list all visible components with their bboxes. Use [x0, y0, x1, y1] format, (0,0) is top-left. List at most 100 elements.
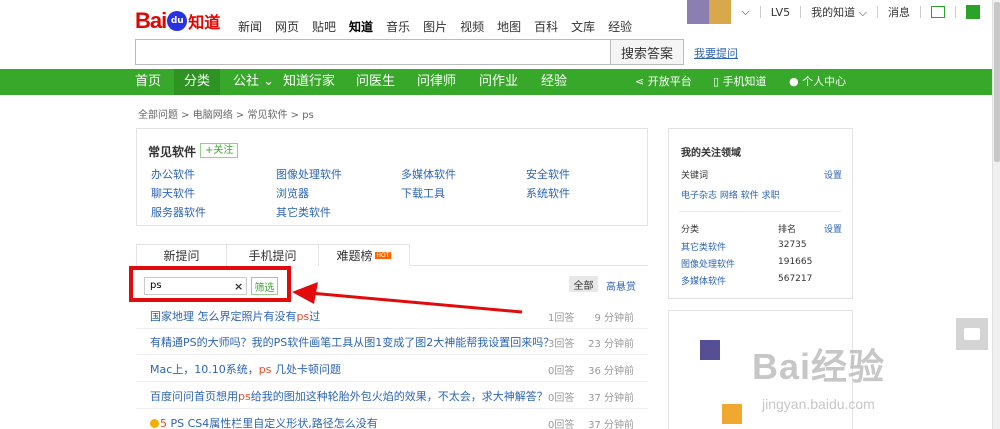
baidu-zhidao-logo[interactable]: Bai du 知道	[135, 6, 227, 36]
high-reward-link[interactable]: 高悬赏	[606, 278, 636, 293]
divider	[410, 265, 648, 266]
scrollbar-thumb[interactable]	[994, 2, 1000, 162]
nav-community[interactable]: 公社 ⌄	[233, 69, 274, 95]
category-link[interactable]: 多媒体软件	[401, 166, 456, 182]
nav-jingyan[interactable]: 经验	[541, 69, 567, 95]
topnav-map[interactable]: 地图	[497, 18, 521, 35]
answer-count: 0回答	[548, 393, 575, 404]
followed-category[interactable]: 图像处理软件	[681, 257, 735, 270]
my-zhidao-menu[interactable]: 我的知道 ⌵	[811, 4, 867, 20]
tab-new-questions[interactable]: 新提问	[136, 244, 227, 266]
main-nav: 首页 分类 公社 ⌄ 知道行家 问医生 问律师 问作业 经验 ⋖ 开放平台 ▯ …	[0, 69, 992, 95]
question-row[interactable]: Mac上，10.10系统，ps 几处卡顿问题 0回答 36 分钟前	[136, 356, 648, 382]
topnav-images[interactable]: 图片	[423, 18, 447, 35]
topnav-video[interactable]: 视频	[460, 18, 484, 35]
tab-mobile-questions[interactable]: 手机提问	[227, 244, 319, 266]
category-link[interactable]: 其它类软件	[276, 204, 331, 220]
nav-homework[interactable]: 问作业	[479, 69, 518, 95]
user-area: ⌵ LV5 我的知道 ⌵ 消息	[687, 0, 980, 24]
divider	[920, 6, 921, 18]
answer-count: 0回答	[548, 366, 575, 377]
nav-home[interactable]: 首页	[135, 69, 161, 95]
question-title[interactable]: 有精通PS的大师吗？我的PS软件画笔工具从图1变成了图2大神能帮我设置回来吗？	[150, 334, 554, 350]
clear-icon[interactable]: ×	[234, 280, 243, 293]
question-time: 37 分钟前	[588, 393, 634, 404]
question-title[interactable]: 国家地理 怎么界定照片有没有ps过	[150, 308, 320, 324]
topnav-music[interactable]: 音乐	[386, 18, 410, 35]
person-icon: ●	[789, 75, 799, 88]
category-link[interactable]: 聊天软件	[151, 185, 195, 201]
chat-bubble-icon	[964, 328, 980, 340]
followed-category[interactable]: 多媒体软件	[681, 274, 726, 287]
question-time: 23 分钟前	[588, 339, 634, 350]
category-settings-link[interactable]: 设置	[824, 222, 842, 235]
category-title: 常见软件	[148, 145, 197, 159]
follow-button[interactable]: +关注	[200, 143, 239, 158]
keywords-settings-link[interactable]: 设置	[824, 168, 842, 181]
question-row[interactable]: 百度问问首页想用ps给我的图加这种轮胎外包火焰的效果，不太会，求大神解答？ 0回…	[136, 383, 648, 409]
topnav-web[interactable]: 网页	[275, 18, 299, 35]
watermark: Bai经验 jingyan.baidu.com	[752, 346, 886, 412]
topnav-tieba[interactable]: 贴吧	[312, 18, 336, 35]
ask-question-link[interactable]: 我要提问	[694, 45, 738, 61]
scrollbar[interactable]	[992, 0, 1000, 429]
hot-badge: HOT	[374, 252, 392, 259]
mail-icon[interactable]	[931, 6, 945, 18]
topnav-news[interactable]: 新闻	[238, 18, 262, 35]
nav-mobile[interactable]: ▯ 手机知道	[713, 69, 767, 95]
category-card: 常见软件 +关注 办公软件 图像处理软件 多媒体软件 安全软件 聊天软件 浏览器…	[136, 128, 648, 226]
category-link[interactable]: 安全软件	[526, 166, 570, 182]
avatar[interactable]	[687, 0, 732, 24]
nav-lawyer[interactable]: 问律师	[417, 69, 456, 95]
filter-input[interactable]: ps	[144, 277, 247, 295]
question-title[interactable]: 5 PS CS4属性栏里自定义形状,路径怎么没有	[150, 415, 378, 429]
download-icon[interactable]	[966, 5, 980, 19]
category-rank: 567217	[778, 274, 813, 284]
nav-open-platform[interactable]: ⋖ 开放平台	[635, 69, 692, 95]
question-time: 37 分钟前	[588, 420, 634, 429]
chevron-down-icon: ⌄	[263, 74, 275, 89]
feedback-button[interactable]	[956, 318, 988, 350]
question-row[interactable]: 5 PS CS4属性栏里自定义形状,路径怎么没有 0回答 37 分钟前	[136, 410, 648, 429]
coin-icon	[150, 419, 159, 428]
answer-count: 3回答	[548, 339, 575, 350]
topnav-baike[interactable]: 百科	[534, 18, 558, 35]
ad-image[interactable]	[722, 404, 742, 424]
filter-all-button[interactable]: 全部	[569, 276, 598, 292]
answer-count: 0回答	[548, 420, 575, 429]
question-title[interactable]: 百度问问首页想用ps给我的图加这种轮胎外包火焰的效果，不太会，求大神解答？	[150, 388, 548, 404]
divider	[679, 211, 842, 212]
nav-category[interactable]: 分类	[174, 69, 221, 95]
divider	[800, 6, 802, 18]
share-icon: ⋖	[635, 75, 645, 88]
category-link[interactable]: 办公软件	[151, 166, 195, 182]
search-input[interactable]	[135, 39, 611, 65]
nav-doctor[interactable]: 问医生	[356, 69, 395, 95]
search-answers-button[interactable]: 搜索答案	[611, 39, 684, 65]
breadcrumb[interactable]: 全部问题 > 电脑网络 > 常见软件 > ps	[138, 106, 314, 121]
category-link[interactable]: 图像处理软件	[276, 166, 342, 182]
divider	[759, 6, 761, 18]
question-row[interactable]: 国家地理 怎么界定照片有没有ps过 1回答 9 分钟前	[136, 303, 648, 329]
ad-image[interactable]	[700, 340, 720, 360]
category-link[interactable]: 下载工具	[401, 185, 445, 201]
filter-button[interactable]: 筛选	[251, 277, 278, 295]
topnav-zhidao[interactable]: 知道	[349, 18, 373, 35]
followed-areas-panel: 我的关注领域 关键词 设置 电子杂志 网络 软件 求职 分类 排名 设置 其它类…	[668, 128, 853, 299]
chevron-down-icon[interactable]: ⌵	[741, 5, 749, 19]
divider	[877, 6, 878, 18]
category-link[interactable]: 浏览器	[276, 185, 309, 201]
nav-profile[interactable]: ● 个人中心	[789, 69, 846, 95]
question-row[interactable]: 有精通PS的大师吗？我的PS软件画笔工具从图1变成了图2大神能帮我设置回来吗？ …	[136, 329, 648, 355]
category-link[interactable]: 系统软件	[526, 185, 570, 201]
messages-link[interactable]: 消息	[888, 4, 910, 20]
category-link[interactable]: 服务器软件	[151, 204, 206, 220]
keyword-list[interactable]: 电子杂志 网络 软件 求职	[681, 188, 780, 201]
nav-experts[interactable]: 知道行家	[283, 69, 335, 95]
user-level[interactable]: LV5	[771, 6, 790, 19]
question-title[interactable]: Mac上，10.10系统，ps 几处卡顿问题	[150, 361, 341, 377]
topnav-wenku[interactable]: 文库	[571, 18, 595, 35]
followed-category[interactable]: 其它类软件	[681, 240, 726, 253]
topnav-jingyan[interactable]: 经验	[608, 18, 632, 35]
tab-hard-questions[interactable]: 难题榜 HOT	[319, 244, 410, 266]
